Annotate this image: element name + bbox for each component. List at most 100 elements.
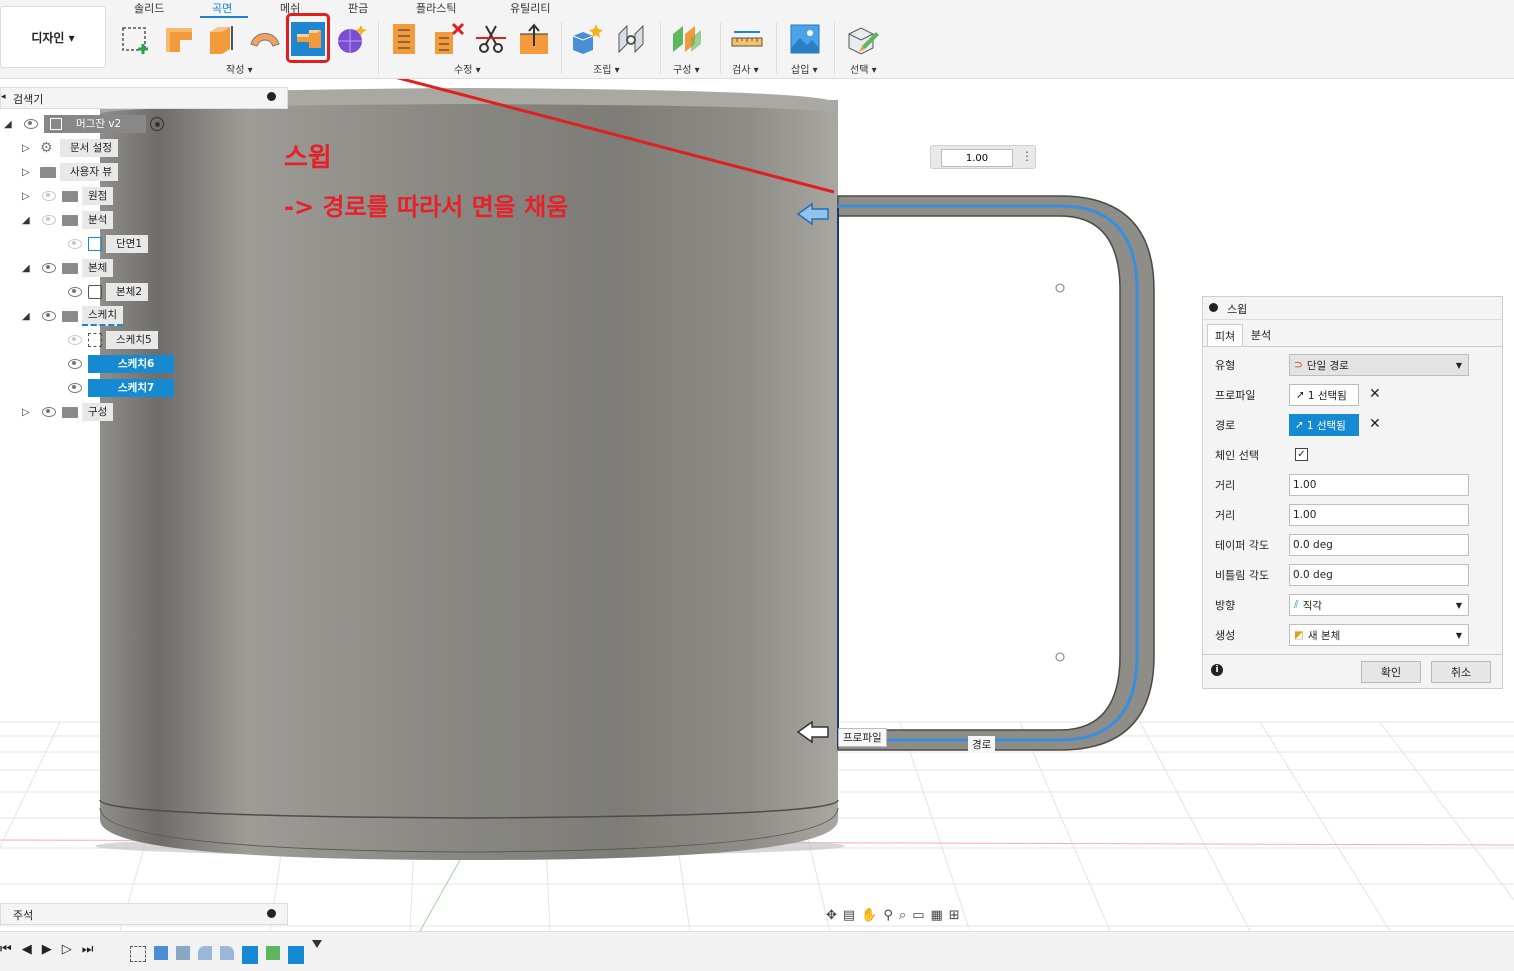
- tree-node-sketch5[interactable]: 스케치5: [62, 331, 158, 349]
- timeline-fillet-icon[interactable]: [198, 946, 212, 960]
- info-icon[interactable]: i: [1211, 664, 1223, 676]
- tab-solid[interactable]: 솔리드: [134, 0, 164, 16]
- path-selector[interactable]: ➚ 1 선택됨: [1289, 414, 1359, 436]
- fit-icon[interactable]: ⌕: [899, 908, 906, 923]
- timeline-plane-icon[interactable]: [266, 946, 280, 960]
- tree-node-sketch7[interactable]: 스케치7: [62, 379, 174, 397]
- timeline-fillet-icon[interactable]: [220, 946, 234, 960]
- revolve-icon[interactable]: [204, 22, 238, 56]
- profile-selector[interactable]: ➚ 1 선택됨: [1289, 384, 1359, 406]
- pan-hand-icon[interactable]: ✋: [861, 908, 877, 923]
- step-back-icon[interactable]: ◀: [22, 942, 32, 957]
- boundary-fill-icon[interactable]: [334, 22, 368, 56]
- operation-select[interactable]: ◩ 새 본체 ▼: [1289, 624, 1469, 646]
- expand-closed-icon[interactable]: ▷: [22, 143, 36, 154]
- joint-icon[interactable]: [614, 22, 648, 56]
- hidden-eye-icon[interactable]: [42, 215, 56, 225]
- visibility-eye-icon[interactable]: [68, 383, 82, 393]
- more-options-icon[interactable]: ⋮: [1021, 149, 1033, 163]
- twist-field[interactable]: 0.0 deg: [1289, 564, 1469, 586]
- visibility-eye-icon[interactable]: [42, 263, 56, 273]
- distance1-field[interactable]: 1.00: [1289, 474, 1469, 496]
- tree-node-section1[interactable]: 단면1: [62, 235, 149, 253]
- offset-icon[interactable]: [388, 22, 422, 56]
- viewports-icon[interactable]: ⊞: [949, 908, 960, 923]
- type-select[interactable]: ⊃ 단일 경로 ▼: [1289, 354, 1469, 376]
- go-to-start-icon[interactable]: ⏮: [0, 942, 12, 957]
- modify-group-menu[interactable]: 수정 ▾: [454, 61, 481, 76]
- collapse-arrow-icon[interactable]: ◂: [1, 92, 6, 102]
- display-settings-icon[interactable]: ▭: [912, 908, 924, 923]
- timeline-marker[interactable]: [312, 940, 322, 948]
- expand-open-icon[interactable]: ◢: [22, 311, 36, 322]
- timeline-sketch-selected-icon[interactable]: [242, 946, 258, 964]
- offset-plane-icon[interactable]: [670, 22, 704, 56]
- create-group-menu[interactable]: 작성 ▾: [226, 61, 253, 76]
- chain-checkbox[interactable]: ✓: [1295, 448, 1308, 461]
- distance-input[interactable]: [941, 149, 1013, 167]
- grid-settings-icon[interactable]: ▦: [931, 908, 943, 923]
- ok-button[interactable]: 확인: [1361, 661, 1421, 683]
- timeline-sketch-icon[interactable]: [130, 946, 146, 962]
- distance2-field[interactable]: 1.00: [1289, 504, 1469, 526]
- orientation-select[interactable]: ⫽ 직각 ▼: [1289, 594, 1469, 616]
- visibility-eye-icon[interactable]: [42, 311, 56, 321]
- cancel-button[interactable]: 취소: [1431, 661, 1491, 683]
- workspace-switcher[interactable]: 디자인 ▾: [0, 6, 106, 68]
- delete-face-icon[interactable]: [431, 22, 465, 56]
- play-icon[interactable]: ▶: [42, 942, 52, 957]
- hidden-eye-icon[interactable]: [68, 239, 82, 249]
- tab-surface[interactable]: 곡면: [212, 0, 232, 16]
- clear-profile-icon[interactable]: ✕: [1369, 386, 1381, 402]
- browser-header[interactable]: ◂ 검색기: [0, 87, 288, 109]
- new-component-icon[interactable]: [570, 22, 604, 56]
- sweep-icon[interactable]: [291, 22, 325, 56]
- expand-closed-icon[interactable]: ▷: [22, 191, 36, 202]
- tab-features[interactable]: 피쳐: [1207, 324, 1243, 347]
- step-forward-icon[interactable]: ▷: [62, 942, 72, 957]
- expand-closed-icon[interactable]: ▷: [22, 407, 36, 418]
- clear-path-icon[interactable]: ✕: [1369, 416, 1381, 432]
- canvas-viewport[interactable]: 스윕 -> 경로를 따라서 면을 채움 ⋮ 프로파일 경로 ◂ 검색기 ◢ 머그…: [0, 79, 1514, 931]
- tree-node-named-views[interactable]: ▷ 사용자 뷰: [22, 163, 118, 181]
- zoom-icon[interactable]: ⚲: [883, 908, 893, 923]
- select-icon[interactable]: [846, 22, 880, 56]
- taper-field[interactable]: 0.0 deg: [1289, 534, 1469, 556]
- select-group-menu[interactable]: 선택 ▾: [850, 61, 877, 76]
- look-at-icon[interactable]: ▤: [843, 908, 855, 923]
- press-pull-icon[interactable]: [517, 22, 551, 56]
- trim-scissors-icon[interactable]: [474, 22, 508, 56]
- insert-group-menu[interactable]: 삽입 ▾: [791, 61, 818, 76]
- tab-analysis[interactable]: 분석: [1243, 324, 1279, 346]
- orbit-icon[interactable]: ✥: [826, 908, 837, 923]
- construct-group-menu[interactable]: 구성 ▾: [673, 61, 700, 76]
- extrude-icon[interactable]: [162, 22, 196, 56]
- tree-node-origin[interactable]: ▷ 원점: [22, 187, 114, 205]
- insert-image-icon[interactable]: [788, 22, 822, 56]
- assemble-group-menu[interactable]: 조립 ▾: [593, 61, 620, 76]
- hidden-eye-icon[interactable]: [68, 335, 82, 345]
- timeline-sketch-selected-icon[interactable]: [288, 946, 304, 964]
- tree-node-body2[interactable]: 본체2: [62, 283, 149, 301]
- comments-add-icon[interactable]: [267, 909, 276, 918]
- expand-closed-icon[interactable]: ▷: [22, 167, 36, 178]
- tree-node-doc-settings[interactable]: ▷ ⚙ 문서 설정: [22, 139, 118, 157]
- tab-plastic[interactable]: 플라스틱: [416, 0, 456, 16]
- expand-open-icon[interactable]: ◢: [22, 215, 36, 226]
- hidden-eye-icon[interactable]: [42, 191, 56, 201]
- expand-open-icon[interactable]: ◢: [4, 119, 18, 130]
- timeline-shell-icon[interactable]: [176, 946, 190, 960]
- tab-utilities[interactable]: 유틸리티: [510, 0, 550, 16]
- visibility-eye-icon[interactable]: [68, 359, 82, 369]
- expand-open-icon[interactable]: ◢: [22, 263, 36, 274]
- tab-sheet-metal[interactable]: 판금: [348, 0, 368, 16]
- tree-node-construction[interactable]: ▷ 구성: [22, 403, 114, 421]
- activate-radio-icon[interactable]: [150, 117, 164, 131]
- go-to-end-icon[interactable]: ⏭: [82, 942, 94, 957]
- tree-node-bodies[interactable]: ◢ 본체: [22, 259, 114, 277]
- measure-ruler-icon[interactable]: [730, 22, 764, 56]
- visibility-eye-icon[interactable]: [68, 287, 82, 297]
- dialog-header[interactable]: 스윕: [1203, 297, 1502, 320]
- inspect-group-menu[interactable]: 검사 ▾: [732, 61, 759, 76]
- visibility-eye-icon[interactable]: [42, 407, 56, 417]
